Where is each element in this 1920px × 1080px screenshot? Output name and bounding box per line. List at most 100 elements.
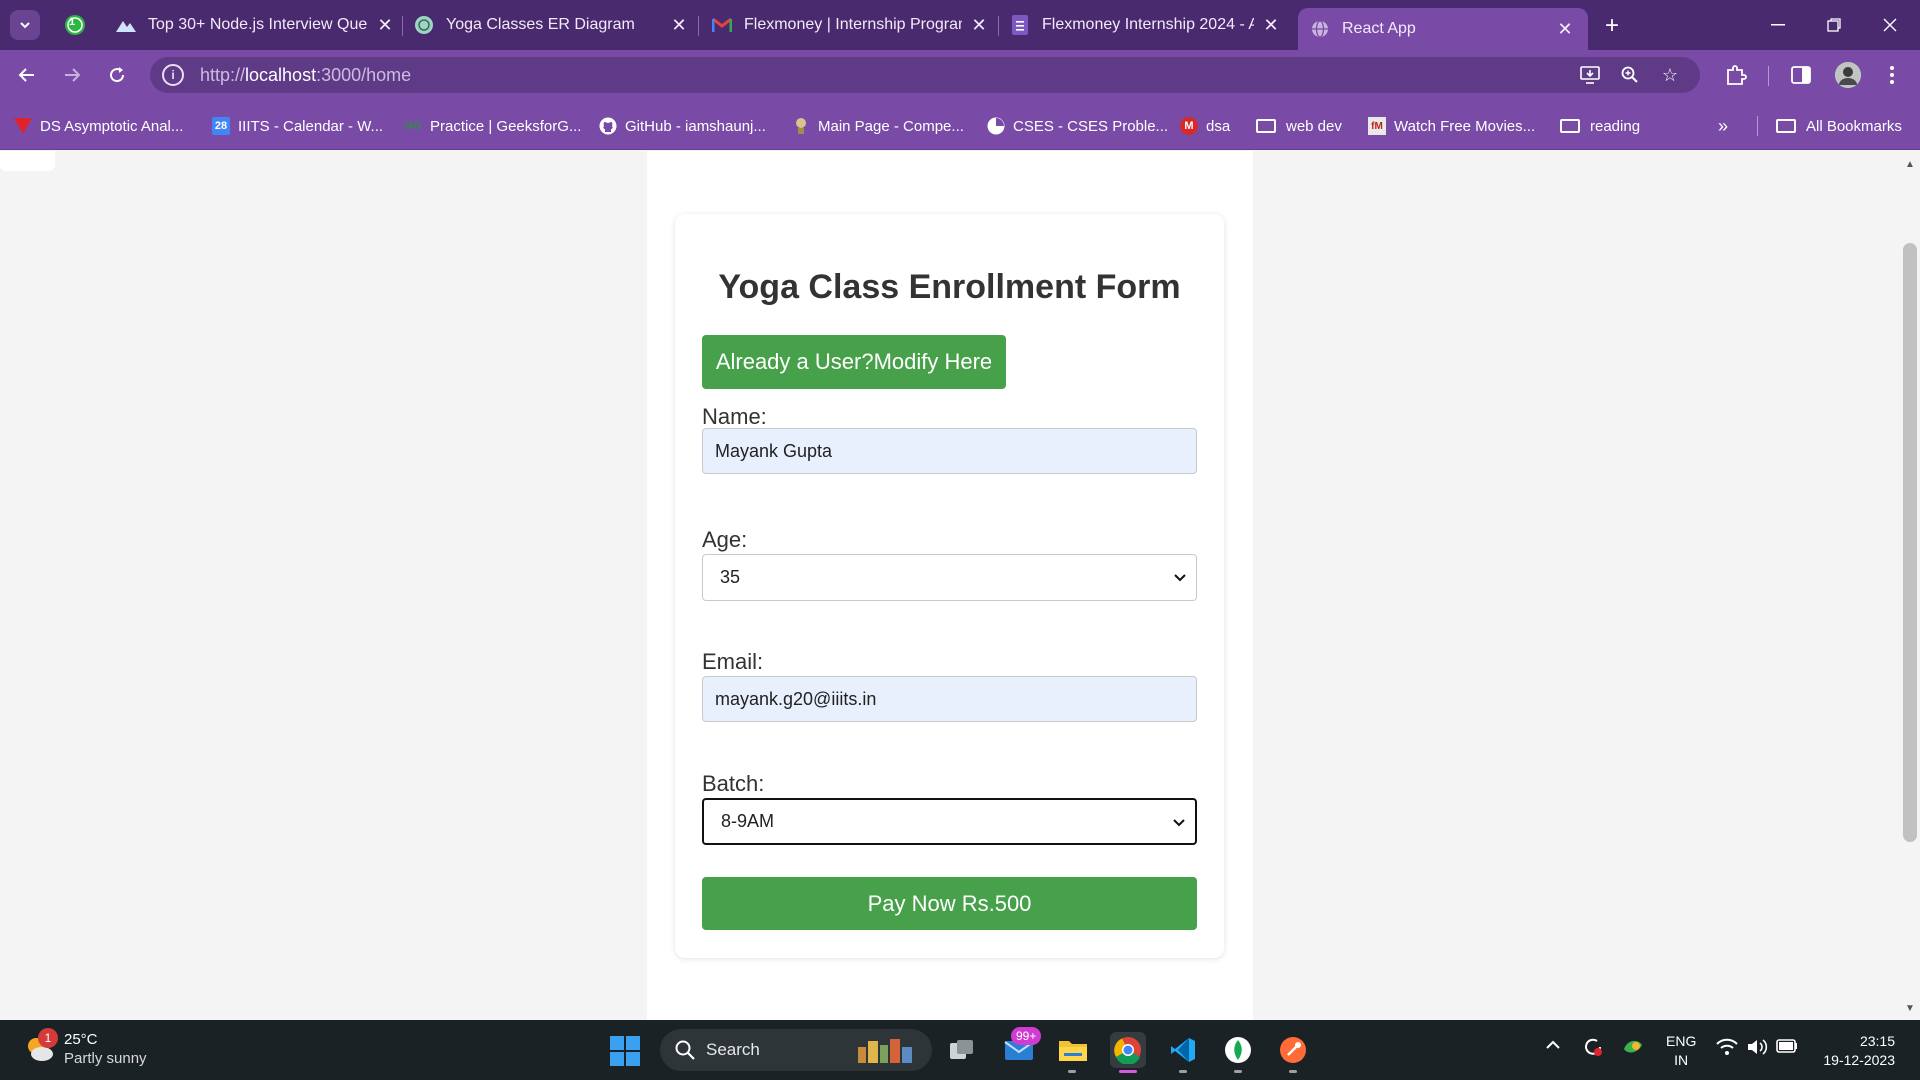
- scrollbar-thumb[interactable]: [1903, 243, 1917, 842]
- folder-icon: [1256, 119, 1276, 133]
- leaf-icon: [1225, 1037, 1251, 1063]
- start-button[interactable]: [610, 1036, 640, 1066]
- email-input[interactable]: mayank.g20@iiits.in: [702, 676, 1197, 722]
- chrome-icon: [1114, 1037, 1141, 1064]
- bookmark-label: Main Page - Compe...: [818, 117, 964, 135]
- forms-icon: [1010, 15, 1030, 35]
- bookmark-watch-free-movies[interactable]: fM Watch Free Movies...: [1368, 115, 1535, 137]
- system-clock[interactable]: 23:15 19-12-2023: [1815, 1032, 1895, 1070]
- bookmark-folder-reading[interactable]: reading: [1560, 115, 1640, 137]
- bookmark-label: web dev: [1286, 117, 1342, 135]
- tab-separator: [998, 16, 999, 36]
- windows-logo-icon: [626, 1036, 640, 1050]
- chrome-app[interactable]: [1110, 1032, 1146, 1068]
- bookmark-iiits-calendar[interactable]: 28 IIITS - Calendar - W...: [212, 115, 383, 137]
- scroll-up-icon[interactable]: ▲: [1905, 159, 1915, 170]
- modify-existing-user-button[interactable]: Already a User?Modify Here: [702, 335, 1006, 389]
- form-title: Yoga Class Enrollment Form: [718, 268, 1181, 306]
- tab-react-app[interactable]: React App ✕: [1298, 8, 1588, 50]
- close-icon[interactable]: ✕: [668, 14, 690, 36]
- close-icon[interactable]: ✕: [968, 14, 990, 36]
- url-text: http://localhost:3000/home: [200, 65, 411, 86]
- reload-icon: [110, 67, 125, 83]
- chevron-down-icon: [20, 22, 30, 29]
- bookmark-folder-web-dev[interactable]: web dev: [1256, 115, 1342, 137]
- age-select[interactable]: 35: [702, 554, 1197, 601]
- mongodb-compass-app[interactable]: [1220, 1032, 1256, 1068]
- profile-button[interactable]: [1832, 59, 1864, 91]
- bookmark-main-page[interactable]: Main Page - Compe...: [792, 115, 964, 137]
- language-code: ENG: [1666, 1033, 1697, 1049]
- weather-widget[interactable]: 1 25°C Partly sunny: [22, 1028, 147, 1068]
- address-bar[interactable]: i http://localhost:3000/home ☆: [150, 57, 1700, 93]
- side-panel-button[interactable]: [1785, 59, 1817, 91]
- tray-overflow-button[interactable]: [1545, 1038, 1561, 1056]
- sync-tray-icon[interactable]: [1582, 1036, 1604, 1063]
- site-info-icon[interactable]: i: [162, 64, 184, 86]
- tab-title: Yoga Classes ER Diagram: [446, 16, 635, 33]
- close-icon[interactable]: ✕: [374, 14, 396, 36]
- language-indicator[interactable]: ENG IN: [1666, 1032, 1696, 1070]
- browser-menu-button[interactable]: [1876, 59, 1908, 91]
- minimize-button[interactable]: [1750, 0, 1806, 50]
- zoom-icon[interactable]: [1617, 62, 1643, 88]
- bookmark-label: IIITS - Calendar - W...: [238, 117, 384, 135]
- arrow-left-icon: [18, 68, 34, 82]
- more-bookmarks-button[interactable]: »: [1718, 115, 1728, 137]
- taskbar-search[interactable]: Search: [660, 1029, 932, 1071]
- bookmark-star-icon[interactable]: ☆: [1657, 62, 1683, 88]
- postman-app[interactable]: [1275, 1032, 1311, 1068]
- back-button[interactable]: [11, 59, 43, 91]
- sync-icon: [1585, 1038, 1602, 1056]
- forward-button[interactable]: [56, 59, 88, 91]
- security-tray-icon[interactable]: [1622, 1037, 1644, 1062]
- battery-tray-icon[interactable]: [1776, 1039, 1798, 1058]
- running-indicator: [1234, 1070, 1242, 1073]
- install-app-icon[interactable]: [1577, 62, 1603, 88]
- url-scheme: http://: [200, 64, 246, 85]
- chatgpt-icon: [414, 15, 434, 35]
- puzzle-icon: [1727, 65, 1747, 85]
- wiki-logo-icon: [792, 117, 810, 135]
- new-tab-button[interactable]: +: [1598, 12, 1626, 40]
- name-input[interactable]: Mayank Gupta: [702, 428, 1197, 474]
- scroll-down-icon[interactable]: ▼: [1905, 1003, 1915, 1014]
- batch-selected-value: 8-9AM: [721, 811, 775, 831]
- vertical-scrollbar[interactable]: ▲ ▼: [1900, 151, 1920, 1020]
- chevron-down-icon: [1173, 819, 1185, 827]
- all-bookmarks-folder[interactable]: All Bookmarks: [1776, 115, 1902, 137]
- close-icon[interactable]: ✕: [1554, 18, 1576, 40]
- mountain-icon: [116, 15, 136, 35]
- tab-flexmoney-forms[interactable]: Flexmoney Internship 2024 - As ✕: [1010, 8, 1282, 42]
- bookmark-geeksforgeeks[interactable]: GG Practice | GeeksforG...: [404, 115, 581, 137]
- extensions-button[interactable]: [1720, 59, 1752, 91]
- close-window-button[interactable]: [1862, 0, 1918, 50]
- reload-button[interactable]: [101, 59, 133, 91]
- restore-button[interactable]: [1806, 0, 1862, 50]
- vscode-app[interactable]: [1165, 1032, 1201, 1068]
- tab-search-button[interactable]: [10, 10, 40, 40]
- tab-yoga-er-diagram[interactable]: Yoga Classes ER Diagram ✕: [414, 8, 690, 42]
- tab-title: Top 30+ Node.js Interview Que: [148, 16, 368, 33]
- bookmark-dsa[interactable]: M dsa: [1180, 115, 1230, 137]
- arrow-right-icon: [65, 68, 81, 82]
- windows-logo-icon: [610, 1052, 624, 1066]
- close-icon[interactable]: ✕: [1260, 14, 1282, 36]
- bookmark-github[interactable]: GitHub - iamshaunj...: [599, 115, 766, 137]
- whatsapp-pinned-tab[interactable]: 1: [62, 12, 88, 38]
- bookmark-label: dsa: [1206, 117, 1231, 135]
- task-view-button[interactable]: [944, 1032, 980, 1068]
- batch-select[interactable]: 8-9AM: [702, 798, 1197, 845]
- batch-label: Batch:: [702, 771, 765, 796]
- bookmark-ds-asymptotic[interactable]: DS Asymptotic Anal...: [14, 115, 183, 137]
- calendar-icon-date: 28: [214, 120, 228, 132]
- tab-nodejs-interview[interactable]: Top 30+ Node.js Interview Que ✕: [116, 8, 396, 42]
- bookmark-cses[interactable]: CSES - CSES Proble...: [987, 115, 1168, 137]
- tab-flexmoney-gmail[interactable]: Flexmoney | Internship Program ✕: [712, 8, 990, 42]
- pay-now-button[interactable]: Pay Now Rs.500: [702, 877, 1197, 930]
- volume-tray-icon[interactable]: [1746, 1038, 1768, 1061]
- wifi-tray-icon[interactable]: [1716, 1038, 1738, 1061]
- file-explorer-app[interactable]: [1055, 1032, 1091, 1068]
- age-label: Age:: [702, 527, 748, 552]
- weather-description: Partly sunny: [64, 1050, 147, 1067]
